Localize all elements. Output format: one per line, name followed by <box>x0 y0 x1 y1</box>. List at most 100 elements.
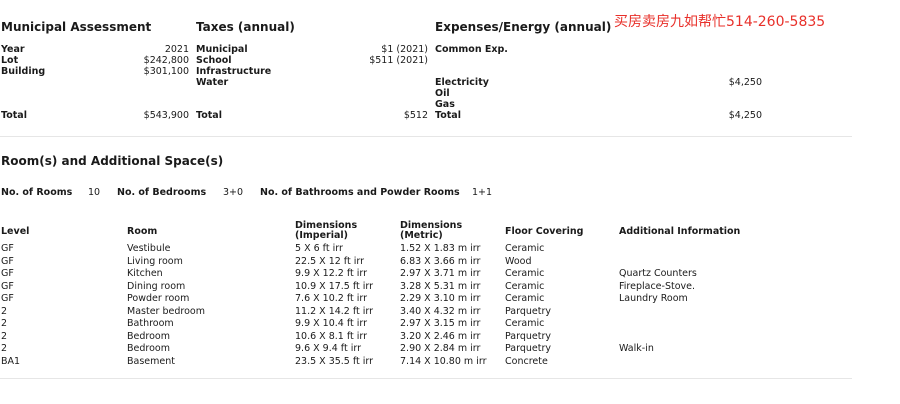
table-row: GF Vestibule 5 X 6 ft irr 1.52 X 1.83 m … <box>0 243 900 255</box>
col-header-room: Room <box>127 226 158 237</box>
col-header-info: Additional Information <box>619 226 741 237</box>
tax-water-label: Water <box>196 77 229 88</box>
cell-imperial: 7.6 X 10.2 ft irr <box>295 293 368 304</box>
no-bedrooms-label: No. of Bedrooms <box>117 187 207 198</box>
cell-imperial: 5 X 6 ft irr <box>295 243 343 254</box>
cell-metric: 7.14 X 10.80 m irr <box>400 355 487 367</box>
expense-electricity-value: $4,250 <box>728 77 762 88</box>
cell-room: Living room <box>127 255 183 267</box>
col-header-dim-metric: Dimensions (Metric) <box>400 221 462 241</box>
expense-oil-label: Oil <box>435 88 450 99</box>
taxes-heading: Taxes (annual) <box>196 20 295 34</box>
expense-gas-label: Gas <box>435 99 455 110</box>
cell-info: Walk-in <box>619 343 654 354</box>
assessment-building-label: Building <box>1 66 46 77</box>
expenses-heading: Expenses/Energy (annual) <box>435 20 612 34</box>
cell-room: Basement <box>127 355 175 367</box>
assessment-year-value: 2021 <box>164 44 189 55</box>
cell-room: Bathroom <box>127 318 174 329</box>
table-row: 2 Bedroom 9.6 X 9.4 ft irr 2.90 X 2.84 m… <box>0 343 900 355</box>
tax-school-value: $511 (2021) <box>369 55 428 66</box>
cell-floor: Parquetry <box>505 305 552 317</box>
col-header-dim-imperial: Dimensions (Imperial) <box>295 221 357 241</box>
tax-municipal-label: Municipal <box>196 44 248 55</box>
cell-imperial: 9.9 X 10.4 ft irr <box>295 318 368 329</box>
col-header-dim-imperial-line2: (Imperial) <box>295 230 348 241</box>
table-row: GF Powder room 7.6 X 10.2 ft irr 2.29 X … <box>0 293 900 305</box>
assessment-lot-value: $242,800 <box>143 55 189 66</box>
no-baths-label: No. of Bathrooms and Powder Rooms <box>260 187 460 198</box>
tax-infrastructure-label: Infrastructure <box>196 66 272 77</box>
table-row: GF Kitchen 9.9 X 12.2 ft irr 2.97 X 3.71… <box>0 268 900 280</box>
cell-info: Laundry Room <box>619 293 688 304</box>
table-row: GF Living room 22.5 X 12 ft irr 6.83 X 3… <box>0 256 900 268</box>
cell-metric: 2.90 X 2.84 m irr <box>400 343 481 354</box>
cell-level: GF <box>1 255 14 267</box>
cell-room: Bedroom <box>127 343 170 354</box>
cell-level: 2 <box>1 343 8 354</box>
table-row: 2 Bedroom 10.6 X 8.1 ft irr 3.20 X 2.46 … <box>0 331 900 343</box>
expense-total-value: $4,250 <box>728 110 762 121</box>
tax-total-label: Total <box>196 110 222 121</box>
cell-floor: Ceramic <box>505 243 545 254</box>
table-bottom-divider <box>0 378 852 379</box>
promo-phone-text: 买房卖房九如帮忙514-260-5835 <box>614 14 826 30</box>
cell-room: Powder room <box>127 293 190 304</box>
col-header-level: Level <box>1 226 30 237</box>
cell-metric: 1.52 X 1.83 m irr <box>400 243 481 254</box>
cell-imperial: 10.6 X 8.1 ft irr <box>295 330 368 342</box>
no-rooms-label: No. of Rooms <box>1 187 73 198</box>
assessment-total-value: $543,900 <box>143 110 189 121</box>
cell-metric: 6.83 X 3.66 m irr <box>400 255 481 267</box>
cell-imperial: 9.9 X 12.2 ft irr <box>295 268 368 279</box>
col-header-dim-metric-line2: (Metric) <box>400 230 443 241</box>
no-rooms-value: 10 <box>88 187 101 198</box>
cell-level: GF <box>1 280 14 292</box>
cell-imperial: 11.2 X 14.2 ft irr <box>295 305 374 317</box>
table-row: BA1 Basement 23.5 X 35.5 ft irr 7.14 X 1… <box>0 356 900 368</box>
section-divider <box>0 136 852 137</box>
cell-metric: 2.29 X 3.10 m irr <box>400 293 481 304</box>
cell-imperial: 10.9 X 17.5 ft irr <box>295 280 374 292</box>
cell-floor: Ceramic <box>505 318 545 329</box>
cell-metric: 3.40 X 4.32 m irr <box>400 305 481 317</box>
tax-total-value: $512 <box>403 110 428 121</box>
no-baths-value: 1+1 <box>472 187 493 198</box>
cell-room: Dining room <box>127 280 186 292</box>
cell-metric: 3.28 X 5.31 m irr <box>400 280 481 292</box>
cell-level: 2 <box>1 305 8 317</box>
cell-imperial: 23.5 X 35.5 ft irr <box>295 355 374 367</box>
cell-floor: Ceramic <box>505 280 545 292</box>
col-header-floor: Floor Covering <box>505 226 584 237</box>
tax-municipal-value: $1 (2021) <box>381 44 428 55</box>
cell-level: GF <box>1 293 14 304</box>
cell-floor: Ceramic <box>505 293 545 304</box>
cell-metric: 2.97 X 3.71 m irr <box>400 268 481 279</box>
cell-floor: Concrete <box>505 355 548 367</box>
table-row: 2 Bathroom 9.9 X 10.4 ft irr 2.97 X 3.15… <box>0 318 900 330</box>
cell-room: Bedroom <box>127 330 170 342</box>
cell-floor: Parquetry <box>505 330 552 342</box>
expense-total-label: Total <box>435 110 461 121</box>
cell-level: 2 <box>1 330 8 342</box>
cell-floor: Wood <box>505 255 532 267</box>
cell-info: Quartz Counters <box>619 268 697 279</box>
cell-room: Vestibule <box>127 243 171 254</box>
expense-common-label: Common Exp. <box>435 44 508 55</box>
assessment-lot-label: Lot <box>1 55 19 66</box>
tax-school-label: School <box>196 55 232 66</box>
cell-level: GF <box>1 243 14 254</box>
cell-imperial: 22.5 X 12 ft irr <box>295 255 365 267</box>
table-row: GF Dining room 10.9 X 17.5 ft irr 3.28 X… <box>0 281 900 293</box>
cell-imperial: 9.6 X 9.4 ft irr <box>295 343 361 354</box>
cell-level: BA1 <box>1 355 21 367</box>
municipal-assessment-heading: Municipal Assessment <box>1 20 152 34</box>
cell-info: Fireplace-Stove. <box>619 280 695 292</box>
cell-floor: Parquetry <box>505 343 552 354</box>
cell-room: Master bedroom <box>127 305 205 317</box>
cell-room: Kitchen <box>127 268 163 279</box>
rooms-section-heading: Room(s) and Additional Space(s) <box>1 154 224 168</box>
cell-level: 2 <box>1 318 8 329</box>
cell-floor: Ceramic <box>505 268 545 279</box>
cell-metric: 3.20 X 2.46 m irr <box>400 330 481 342</box>
